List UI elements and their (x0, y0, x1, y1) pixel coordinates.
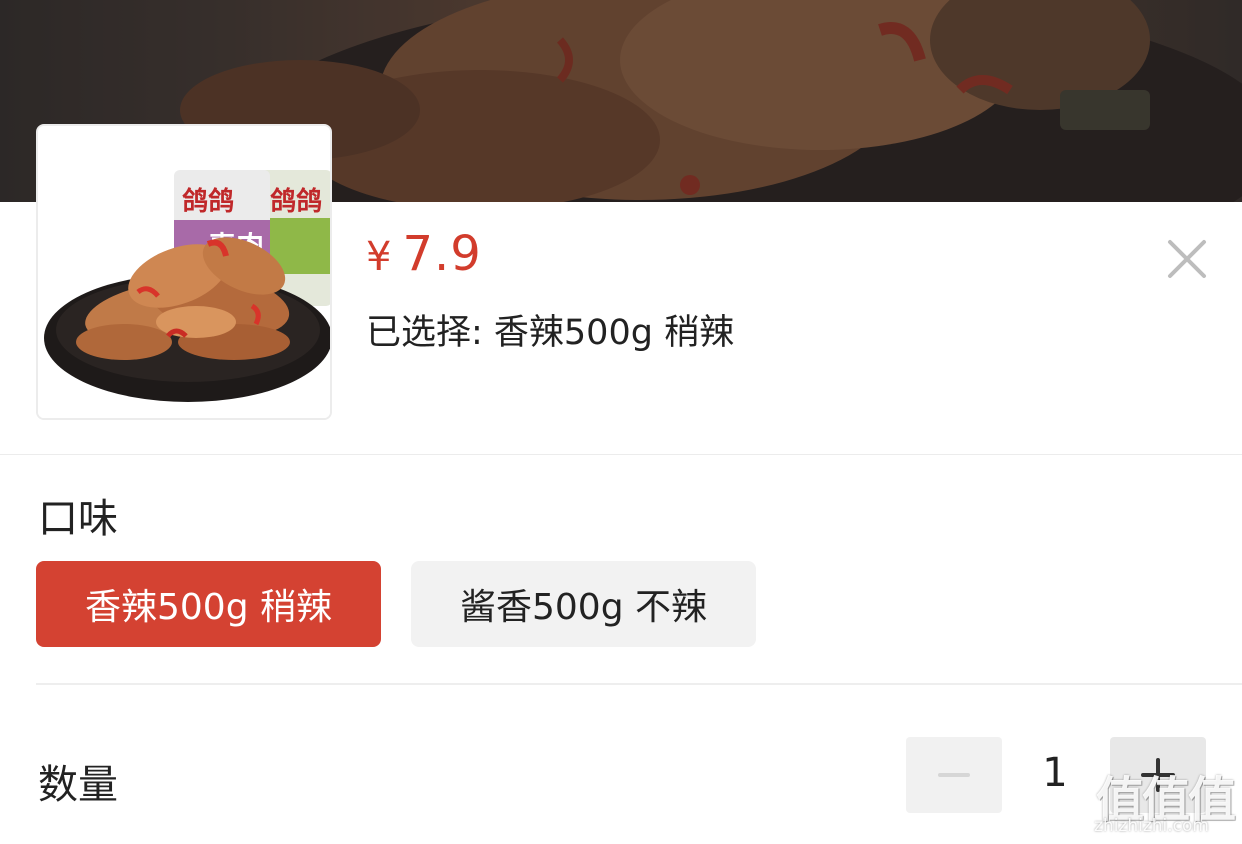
quantity-label: 数量 (38, 762, 118, 808)
product-image: 鸽鸽 鸽鸽 素肉 (38, 126, 330, 418)
divider (36, 683, 1242, 685)
currency-symbol: ¥ (366, 234, 393, 280)
flavor-option-label: 香辣500g 稍辣 (84, 587, 332, 628)
flavor-option-label: 酱香500g 不辣 (459, 587, 707, 628)
product-thumbnail: 鸽鸽 鸽鸽 素肉 (36, 124, 332, 420)
flavor-option-sauce[interactable]: 酱香500g 不辣 (411, 561, 756, 647)
flavor-section-title: 口味 (38, 496, 118, 542)
product-spec-screen: 鸽鸽 鸽鸽 素肉 ¥7.9 已选择: 香辣500g 稍辣 (0, 0, 1242, 844)
divider (0, 454, 1242, 455)
site-watermark: 值值值 zhizhizhi.com (1090, 760, 1242, 844)
close-icon (1168, 240, 1206, 278)
package-brand-text: 鸽鸽 (182, 186, 234, 217)
quantity-decrement-button[interactable] (906, 737, 1002, 813)
quantity-value[interactable]: 1 (1020, 750, 1090, 796)
flavor-option-spicy[interactable]: 香辣500g 稍辣 (36, 561, 381, 647)
minus-icon (938, 773, 970, 777)
product-price: ¥7.9 (366, 226, 482, 282)
selected-spec-text: 已选择: 香辣500g 稍辣 (366, 313, 735, 353)
price-value: 7.9 (402, 226, 482, 282)
watermark-domain: zhizhizhi.com (1094, 816, 1209, 836)
package-brand-text-2: 鸽鸽 (270, 186, 322, 217)
close-button[interactable] (1160, 232, 1214, 286)
